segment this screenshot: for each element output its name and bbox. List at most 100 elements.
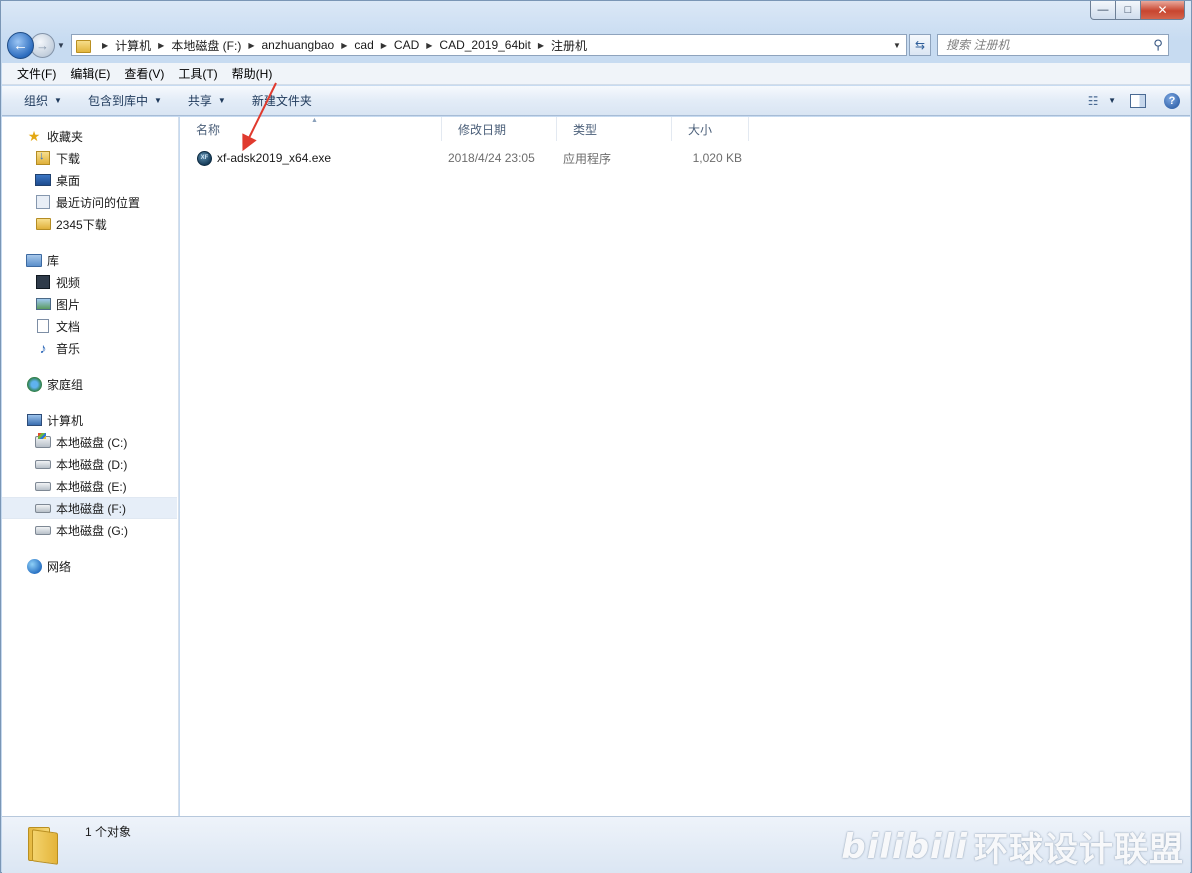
watermark-text: 环球设计联盟: [974, 830, 1184, 870]
nav-favorites[interactable]: ★ 收藏夹: [2, 125, 178, 147]
nav-item-label: 2345下载: [56, 217, 107, 232]
menu-tools[interactable]: 工具(T): [171, 65, 224, 82]
breadcrumb-drive-f[interactable]: 本地磁盘 (F:): [171, 37, 241, 54]
nav-item-recent-places[interactable]: 最近访问的位置: [2, 191, 178, 213]
nav-network[interactable]: 网络: [2, 555, 178, 577]
nav-item-drive-e[interactable]: 本地磁盘 (E:): [2, 475, 178, 497]
column-modified-label: 修改日期: [458, 122, 507, 137]
include-in-library-button[interactable]: 包含到库中 ▼: [78, 92, 172, 109]
nav-item-drive-g[interactable]: 本地磁盘 (G:): [2, 519, 178, 541]
nav-item-drive-d[interactable]: 本地磁盘 (D:): [2, 453, 178, 475]
file-name-cell[interactable]: XF xf-adsk2019_x64.exe: [197, 147, 437, 169]
close-button[interactable]: ✕: [1141, 1, 1185, 20]
organize-label: 组织: [24, 94, 49, 108]
picture-icon: [35, 296, 51, 312]
share-button[interactable]: 共享 ▼: [178, 92, 236, 109]
breadcrumb-computer[interactable]: 计算机: [115, 37, 151, 54]
chevron-down-icon: ▼: [54, 96, 62, 105]
file-row[interactable]: XF xf-adsk2019_x64.exe 2018/4/24 23:05 应…: [180, 147, 1190, 169]
nav-network-label: 网络: [47, 559, 72, 574]
chevron-right-icon[interactable]: ▶: [426, 41, 432, 50]
menu-file[interactable]: 文件(F): [10, 65, 63, 82]
maximize-button[interactable]: □: [1116, 1, 1141, 20]
help-icon[interactable]: ?: [1164, 92, 1180, 109]
computer-icon: [26, 412, 42, 428]
file-name: xf-adsk2019_x64.exe: [217, 151, 332, 165]
nav-computer[interactable]: 计算机: [2, 409, 178, 431]
new-folder-button[interactable]: 新建文件夹: [242, 92, 322, 109]
nav-group-network: 网络: [2, 555, 178, 577]
menu-edit[interactable]: 编辑(E): [63, 65, 117, 82]
star-icon: ★: [27, 127, 41, 144]
column-header-type[interactable]: 类型: [557, 117, 672, 141]
search-icon[interactable]: ⚲: [1148, 37, 1168, 53]
column-header-size[interactable]: 大小: [672, 117, 749, 141]
nav-computer-label: 计算机: [47, 413, 84, 428]
nav-item-label: 本地磁盘 (D:): [56, 457, 128, 472]
nav-item-music[interactable]: ♪ 音乐: [2, 337, 178, 359]
chevron-right-icon[interactable]: ▶: [341, 41, 347, 50]
new-folder-label: 新建文件夹: [251, 94, 312, 108]
recent-places-icon: [35, 194, 51, 210]
recent-pages-dropdown[interactable]: ▼: [55, 41, 67, 50]
file-type: 应用程序: [563, 151, 612, 166]
preview-pane-icon[interactable]: [1130, 93, 1146, 108]
nav-libraries[interactable]: 库: [2, 249, 178, 271]
chevron-right-icon[interactable]: ▶: [102, 41, 108, 50]
nav-item-label: 桌面: [56, 173, 81, 188]
back-button[interactable]: ←: [7, 31, 34, 59]
library-icon: [26, 252, 42, 268]
chevron-right-icon[interactable]: ▶: [538, 41, 544, 50]
refresh-button[interactable]: ⇆: [909, 34, 931, 56]
column-headers: ▲ 名称 修改日期 类型 大小: [180, 117, 1190, 141]
folder-icon: [35, 216, 51, 232]
menu-view[interactable]: 查看(V): [117, 65, 171, 82]
nav-item-drive-c[interactable]: 本地磁盘 (C:): [2, 431, 178, 453]
nav-homegroup-label: 家庭组: [47, 377, 84, 392]
nav-item-label: 最近访问的位置: [56, 195, 141, 210]
breadcrumb-keygen[interactable]: 注册机: [551, 37, 587, 54]
nav-item-downloads[interactable]: 下载: [2, 147, 178, 169]
chevron-right-icon[interactable]: ▶: [158, 41, 164, 50]
item-count: 1 个对象: [85, 825, 132, 839]
nav-item-pictures[interactable]: 图片: [2, 293, 178, 315]
organize-button[interactable]: 组织 ▼: [14, 92, 72, 109]
nav-item-2345-downloads[interactable]: 2345下载: [2, 213, 178, 235]
network-icon: [26, 558, 42, 574]
menu-bar: 文件(F) 编辑(E) 查看(V) 工具(T) 帮助(H): [2, 63, 1190, 85]
column-header-modified[interactable]: 修改日期: [442, 117, 557, 141]
nav-group-libraries: 库 视频 图片 文档 ♪ 音乐: [2, 249, 178, 359]
nav-item-desktop[interactable]: 桌面: [2, 169, 178, 191]
command-bar: 组织 ▼ 包含到库中 ▼ 共享 ▼ 新建文件夹 ☷ ▼ ?: [2, 86, 1190, 116]
folder-icon: [26, 825, 60, 865]
view-options-dropdown[interactable]: ▼: [1108, 96, 1116, 105]
nav-favorites-label: 收藏夹: [47, 129, 84, 144]
column-header-name[interactable]: 名称: [180, 117, 442, 141]
address-dropdown-icon[interactable]: ▼: [888, 41, 906, 50]
nav-item-drive-f[interactable]: 本地磁盘 (F:): [2, 497, 177, 519]
search-input[interactable]: [946, 38, 1148, 52]
chevron-right-icon[interactable]: ▶: [381, 41, 387, 50]
chevron-right-icon[interactable]: ▶: [248, 41, 254, 50]
search-box[interactable]: ⚲: [937, 34, 1169, 56]
drive-icon: [35, 456, 51, 472]
chevron-down-icon: ▼: [153, 96, 162, 105]
minimize-button[interactable]: —: [1090, 1, 1116, 20]
breadcrumb-cad-lower[interactable]: cad: [354, 38, 373, 52]
video-icon: [35, 274, 51, 290]
breadcrumb-cad-2019[interactable]: CAD_2019_64bit: [439, 38, 530, 52]
document-icon: [35, 318, 51, 334]
menu-help[interactable]: 帮助(H): [225, 65, 280, 82]
nav-item-videos[interactable]: 视频: [2, 271, 178, 293]
nav-item-documents[interactable]: 文档: [2, 315, 178, 337]
nav-item-label: 本地磁盘 (G:): [56, 523, 128, 538]
drive-icon: [35, 500, 51, 516]
change-view-icon[interactable]: ☷: [1078, 91, 1108, 111]
breadcrumb-anzhuangbao[interactable]: anzhuangbao: [261, 38, 334, 52]
refresh-icon: ⇆: [914, 38, 926, 52]
nav-libraries-label: 库: [47, 253, 60, 268]
breadcrumb-cad[interactable]: CAD: [394, 38, 419, 52]
address-bar[interactable]: ▶ 计算机 ▶ 本地磁盘 (F:) ▶ anzhuangbao ▶ cad ▶ …: [71, 34, 907, 56]
drive-icon: [35, 478, 51, 494]
nav-homegroup[interactable]: 家庭组: [2, 373, 178, 395]
